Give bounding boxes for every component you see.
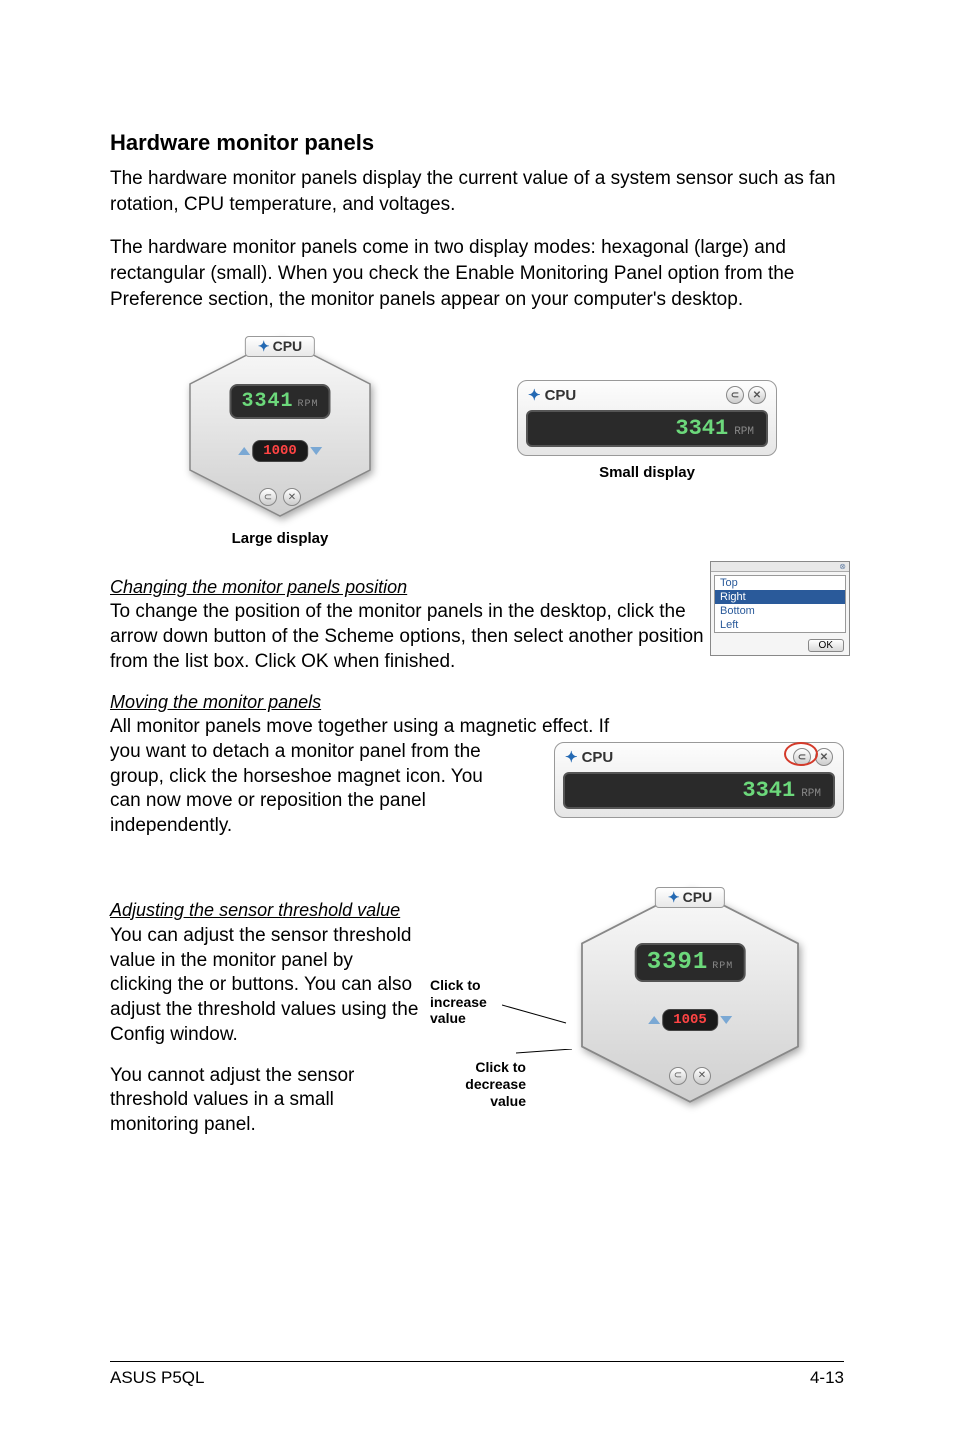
adjust-text-1: You can adjust the sensor threshold valu… xyxy=(110,924,420,1047)
threshold-down-icon[interactable] xyxy=(310,447,322,455)
cpu-tab: ✦CPU xyxy=(245,336,315,357)
position-option-left[interactable]: Left xyxy=(715,618,845,632)
lcd-unit: RPM xyxy=(712,961,733,972)
moving-panels-text-2: you want to detach a monitor panel from … xyxy=(110,740,510,839)
lcd-readout-adjust: 3391 RPM xyxy=(635,943,746,982)
lcd-value: 3391 xyxy=(647,949,709,976)
threshold-readout: 1000 xyxy=(252,440,308,462)
dropdown-close-icon[interactable]: ⊗ xyxy=(711,562,849,572)
cpu-label: CPU xyxy=(545,387,577,404)
close-icon[interactable]: ✕ xyxy=(693,1067,711,1085)
caption-large: Large display xyxy=(110,530,450,547)
lcd-unit: RPM xyxy=(801,788,821,800)
heading: Hardware monitor panels xyxy=(110,130,844,156)
threshold-up-icon[interactable] xyxy=(238,447,250,455)
label-decrease: Click to decrease value xyxy=(430,1059,526,1109)
subheading-adjusting-threshold: Adjusting the sensor threshold value xyxy=(110,899,420,922)
plus-icon: ✦ xyxy=(565,748,578,766)
threshold-up-icon[interactable] xyxy=(648,1016,660,1024)
cpu-label: CPU xyxy=(273,338,303,354)
small-rect-gauge: ✦ CPU ⊂ ✕ 3341 RPM xyxy=(517,380,777,456)
magnet-icon[interactable]: ⊂ xyxy=(669,1067,687,1085)
magnet-icon[interactable]: ⊂ xyxy=(259,488,277,506)
paragraph-intro-2: The hardware monitor panels come in two … xyxy=(110,235,844,312)
position-dropdown[interactable]: ⊗ Top Right Bottom Left OK xyxy=(710,561,850,656)
cpu-label: CPU xyxy=(582,749,614,766)
plus-icon: ✦ xyxy=(668,889,680,905)
position-option-top[interactable]: Top xyxy=(715,576,845,590)
plus-icon: ✦ xyxy=(528,386,541,404)
lcd-readout-small: 3341 RPM xyxy=(526,410,768,447)
plus-icon: ✦ xyxy=(258,338,270,354)
lcd-value: 3341 xyxy=(241,390,293,413)
adjust-text-2: You cannot adjust the sensor threshold v… xyxy=(110,1064,420,1138)
position-option-right[interactable]: Right xyxy=(715,590,845,604)
moving-panels-text-1: All monitor panels move together using a… xyxy=(110,715,844,740)
large-hex-gauge: ✦CPU 3341 RPM 1000 ⊂ ✕ xyxy=(180,332,380,522)
threshold-down-icon[interactable] xyxy=(720,1016,732,1024)
magnet-icon[interactable]: ⊂ xyxy=(726,386,744,404)
lcd-readout-large: 3341 RPM xyxy=(229,384,330,419)
close-icon[interactable]: ✕ xyxy=(283,488,301,506)
ok-button[interactable]: OK xyxy=(808,639,844,652)
paragraph-intro-1: The hardware monitor panels display the … xyxy=(110,166,844,217)
adjust-hex-gauge: ✦CPU 3391 RPM 1005 ⊂ ✕ xyxy=(570,881,810,1105)
lcd-value: 3341 xyxy=(742,778,795,803)
lcd-unit: RPM xyxy=(734,426,754,438)
cpu-tab: ✦CPU xyxy=(655,887,725,908)
lcd-readout-detached: 3341 RPM xyxy=(563,772,835,809)
cpu-label: CPU xyxy=(683,889,713,905)
changing-position-text: To change the position of the monitor pa… xyxy=(110,600,710,674)
footer-product: ASUS P5QL xyxy=(110,1368,205,1388)
close-icon[interactable]: ✕ xyxy=(748,386,766,404)
lcd-value: 3341 xyxy=(675,416,728,441)
subheading-moving-panels: Moving the monitor panels xyxy=(110,692,844,713)
footer-page-number: 4-13 xyxy=(810,1368,844,1388)
position-option-bottom[interactable]: Bottom xyxy=(715,604,845,618)
lcd-unit: RPM xyxy=(298,399,319,410)
caption-small: Small display xyxy=(450,464,844,481)
threshold-readout: 1005 xyxy=(662,1009,718,1031)
